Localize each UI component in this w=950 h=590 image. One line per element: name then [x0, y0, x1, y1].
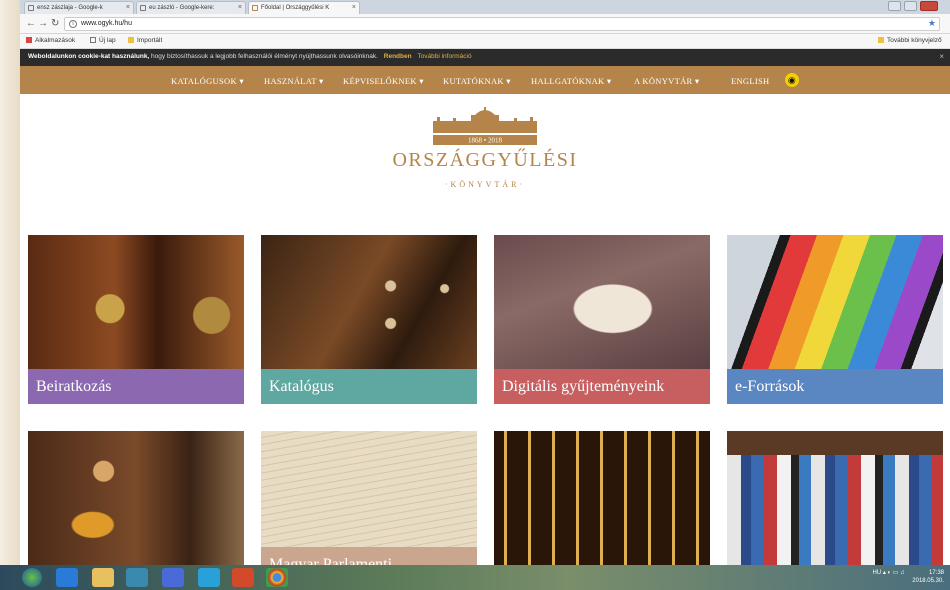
close-window-icon[interactable] [920, 1, 938, 11]
cookie-accept-link[interactable]: Rendben [384, 53, 412, 60]
internet-explorer-icon[interactable] [56, 568, 78, 587]
tile-books[interactable] [727, 431, 943, 565]
forward-arrow-icon[interactable]: → [38, 18, 48, 29]
nav-library[interactable]: A KÖNYVTÁR ▾ [634, 76, 699, 87]
tile-label: Beiratkozás [28, 369, 244, 404]
accessibility-eye-icon[interactable]: ◉ [785, 73, 799, 87]
page-icon [90, 37, 96, 43]
reading-room-photo [28, 431, 244, 565]
tablet-colors-photo [727, 235, 943, 369]
cookie-banner: Weboldalunkon cookie-kat használunk, hog… [20, 49, 950, 66]
nav-english[interactable]: ENGLISH [731, 76, 769, 86]
browser-tab-bar: ensz zászlaja - Google-k × eu zászló - G… [20, 0, 950, 14]
parliament-building-icon: 1868 • 2018 [433, 107, 537, 145]
books-photo [727, 431, 943, 565]
desktop-background [0, 0, 20, 590]
tile-library-hall[interactable] [494, 431, 710, 565]
tab-fooldal[interactable]: Főoldal | Országgyűlési K × [248, 1, 360, 14]
tile-e-forrasok[interactable]: e-Források [727, 235, 943, 405]
browser-toolbar: ← → ↻ i www.ogyk.hu/hu ★ [20, 14, 950, 34]
folder-icon [128, 37, 134, 43]
tile-label: e-Források [727, 369, 943, 404]
nav-students[interactable]: HALLGATÓKNAK ▾ [531, 76, 611, 87]
nav-catalogs[interactable]: KATALÓGUSOK ▾ [171, 76, 244, 87]
media-player-icon[interactable] [126, 568, 148, 587]
tab-title: eu zászló - Google-kere: [149, 5, 215, 11]
library-hall-photo [494, 431, 710, 565]
manuscript-photo [261, 431, 477, 565]
tile-label: Digitális gyűjteményeink [494, 369, 710, 404]
file-explorer-icon[interactable] [92, 568, 114, 587]
door-knob-photo [28, 235, 244, 369]
tile-reading-room[interactable] [28, 431, 244, 565]
nav-usage[interactable]: HASZNÁLAT ▾ [264, 76, 324, 87]
bookmark-other[interactable]: További könyvjelző [878, 37, 942, 44]
close-tab-icon[interactable]: × [238, 4, 242, 11]
tray-icons: ▴ ◐ ▭ ♫ [882, 570, 905, 576]
logo-years: 1868 • 2018 [468, 137, 502, 145]
bookmark-new-tab[interactable]: Új lap [90, 37, 116, 44]
start-button-icon[interactable] [22, 568, 42, 587]
apps-grid-icon [26, 37, 32, 43]
bookmarks-bar: Alkalmazások Új lap Importált További kö… [20, 34, 950, 49]
bookmark-star-icon[interactable]: ★ [928, 18, 936, 29]
laptop-book-photo [494, 235, 710, 369]
tab-title: Főoldal | Országgyűlési K [261, 5, 330, 11]
bookmark-label: További könyvjelző [887, 37, 942, 44]
maximize-icon[interactable] [904, 1, 917, 11]
cookie-close-icon[interactable]: × [939, 52, 944, 61]
cookie-title: Weboldalunkon cookie-kat használunk, [28, 53, 150, 60]
cookie-more-info-link[interactable]: További információ [417, 53, 471, 60]
tile-katalogus[interactable]: Katalógus [261, 235, 477, 405]
system-tray[interactable]: HU ▴ ◐ ▭ ♫ 17:38 2018.05.30. [872, 569, 944, 585]
back-arrow-icon[interactable]: ← [26, 18, 36, 29]
clock-time: 17:38 [928, 570, 944, 576]
tab-title: ensz zászlaja - Google-k [37, 5, 103, 11]
bookmark-label: Importált [137, 37, 163, 44]
ogyk-favicon-icon [252, 5, 258, 11]
tile-digitalis-gyujtemenyeink[interactable]: Digitális gyűjteményeink [494, 235, 710, 405]
windows-taskbar: HU ▴ ◐ ▭ ♫ 17:38 2018.05.30. [0, 565, 950, 590]
tile-beiratkozas[interactable]: Beiratkozás [28, 235, 244, 405]
cookie-text: hogy biztosíthassuk a legjobb felhasznál… [151, 53, 378, 60]
main-navigation: KATALÓGUSOK ▾ HASZNÁLAT ▾ KÉPVISELŐKNEK … [20, 66, 950, 94]
url-text: www.ogyk.hu/hu [81, 20, 132, 27]
tile-label: Magyar Parlamenti [261, 547, 477, 565]
tile-magyar-parlamenti[interactable]: Magyar Parlamenti [261, 431, 477, 565]
page-icon [140, 5, 146, 11]
app-icon[interactable] [162, 568, 184, 587]
minimize-icon[interactable] [888, 1, 901, 11]
logo-title: ORSZÁGGYŰLÉSI [392, 149, 578, 171]
reload-icon[interactable]: ↻ [51, 18, 59, 29]
library-logo[interactable]: 1868 • 2018 ORSZÁGGYŰLÉSI ·KÖNYVTÁR· [390, 107, 580, 207]
web-page: Weboldalunkon cookie-kat használunk, hog… [20, 49, 950, 565]
language-indicator[interactable]: HU [872, 570, 881, 576]
app-icon[interactable] [198, 568, 220, 587]
bookmark-label: Alkalmazások [35, 37, 76, 44]
tile-label: Katalógus [261, 369, 477, 404]
nav-researchers[interactable]: KUTATÓKNAK ▾ [443, 76, 511, 87]
chrome-icon[interactable] [266, 568, 288, 587]
powerpoint-icon[interactable] [232, 568, 254, 587]
bookmark-apps[interactable]: Alkalmazások [26, 37, 75, 44]
nav-representatives[interactable]: KÉPVISELŐKNEK ▾ [343, 76, 424, 87]
bookmark-label: Új lap [99, 37, 116, 44]
address-bar[interactable]: i www.ogyk.hu/hu [64, 17, 940, 31]
folder-icon [878, 37, 884, 43]
clock-date: 2018.05.30. [912, 578, 944, 584]
close-tab-icon[interactable]: × [352, 4, 356, 11]
info-icon[interactable]: i [69, 20, 77, 28]
logo-subtitle: ·KÖNYVTÁR· [444, 180, 526, 189]
close-tab-icon[interactable]: × [126, 4, 130, 11]
tab-eu[interactable]: eu zászló - Google-kere: × [136, 1, 246, 14]
tab-ensz[interactable]: ensz zászlaja - Google-k × [24, 1, 134, 14]
bookmark-imported[interactable]: Importált [128, 37, 162, 44]
page-icon [28, 5, 34, 11]
card-catalog-photo [261, 235, 477, 369]
